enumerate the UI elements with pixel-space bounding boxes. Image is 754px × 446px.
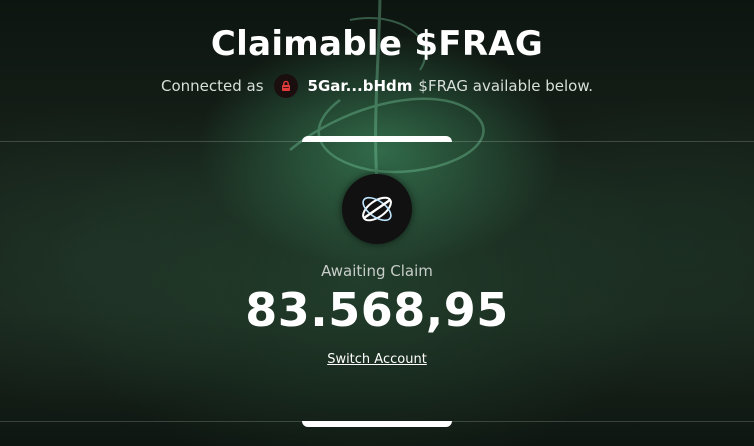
claimable-amount: 83.568,95	[245, 283, 509, 337]
frag-logo-icon	[362, 196, 392, 222]
account-address: 5Gar...bHdm	[307, 77, 413, 95]
page-title: Claimable $FRAG	[210, 24, 544, 64]
bottom-tab-indicator	[302, 421, 452, 427]
account-avatar	[273, 74, 298, 98]
page-header: Claimable $FRAG Connected as 5Gar...bHdm…	[0, 22, 754, 98]
claim-status-label: Awaiting Claim	[321, 262, 433, 280]
token-logo	[342, 174, 412, 244]
lock-icon	[281, 80, 290, 91]
switch-account-link[interactable]: Switch Account	[327, 352, 427, 367]
connected-suffix: $FRAG available below.	[418, 77, 594, 95]
claim-card: Awaiting Claim 83.568,95 Switch Account	[0, 174, 754, 368]
connected-prefix: Connected as	[160, 77, 264, 95]
top-tab-indicator	[302, 136, 452, 142]
connection-status: Connected as 5Gar...bHdm $FRAG available…	[0, 74, 754, 98]
